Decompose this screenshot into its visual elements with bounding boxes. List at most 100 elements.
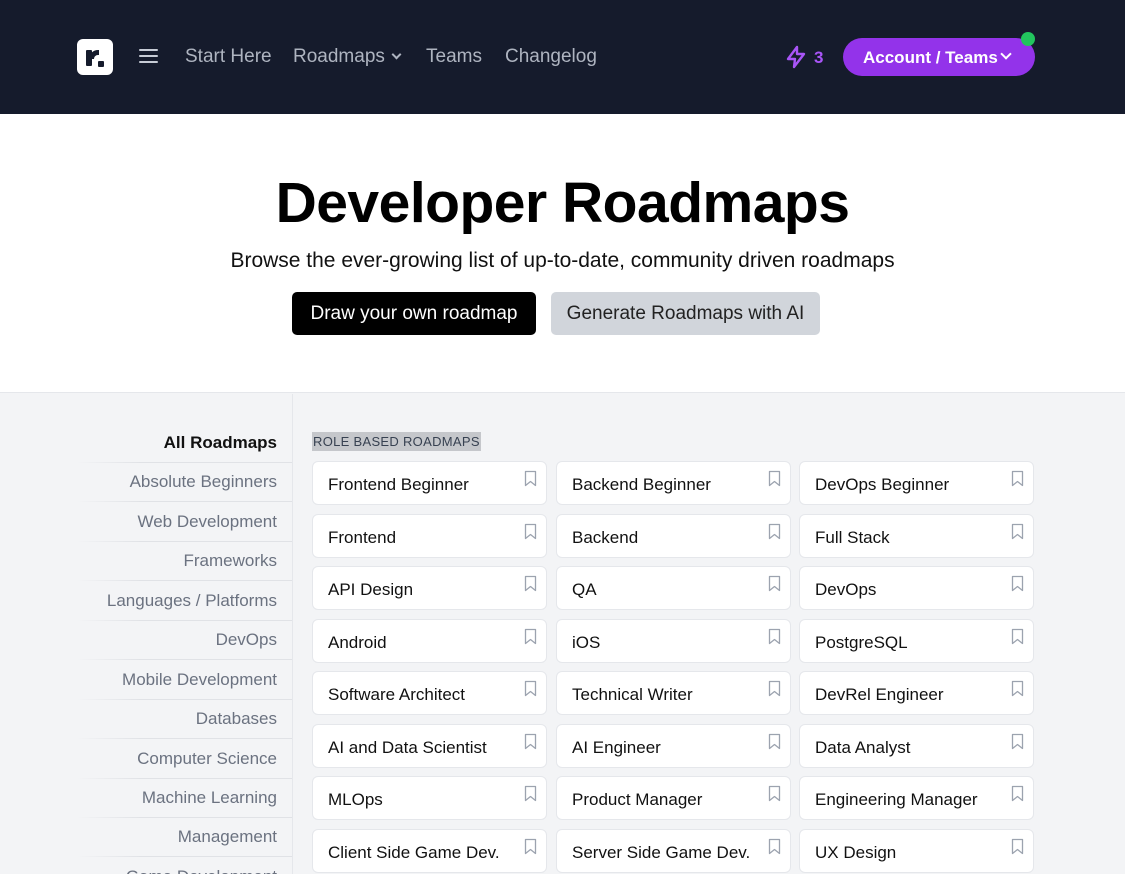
bookmark-icon[interactable] xyxy=(524,523,537,540)
sidebar-item-computer-science[interactable]: Computer Science xyxy=(77,739,292,779)
bookmark-icon[interactable] xyxy=(768,838,781,855)
bookmark-icon[interactable] xyxy=(1011,628,1024,645)
bookmark-icon[interactable] xyxy=(768,733,781,750)
nav-start-here[interactable]: Start Here xyxy=(185,46,272,68)
roadmap-card[interactable]: Android xyxy=(312,619,547,663)
bookmark-icon[interactable] xyxy=(768,470,781,487)
bookmark-icon[interactable] xyxy=(524,628,537,645)
category-sidebar: All Roadmaps Absolute Beginners Web Deve… xyxy=(0,394,293,874)
bookmark-icon[interactable] xyxy=(768,523,781,540)
bookmark-icon[interactable] xyxy=(524,680,537,697)
bookmark-icon[interactable] xyxy=(1011,838,1024,855)
sidebar-item-management[interactable]: Management xyxy=(77,817,292,857)
streak-count: 3 xyxy=(814,48,824,67)
bookmark-icon[interactable] xyxy=(768,575,781,592)
menu-icon[interactable] xyxy=(139,48,159,65)
bookmark-icon[interactable] xyxy=(768,628,781,645)
roadmap-card[interactable]: Frontend Beginner xyxy=(312,461,547,505)
roadmap-card[interactable]: API Design xyxy=(312,566,547,610)
bookmark-icon[interactable] xyxy=(1011,785,1024,802)
bookmark-icon[interactable] xyxy=(524,838,537,855)
generate-ai-button[interactable]: Generate Roadmaps with AI xyxy=(551,292,820,335)
roadmap-card[interactable]: DevRel Engineer xyxy=(799,671,1034,715)
roadmap-card-title: Full Stack xyxy=(815,528,890,547)
roadmap-card-title: Software Architect xyxy=(328,685,466,704)
roadmap-card[interactable]: Data Analyst xyxy=(799,724,1034,768)
roadmap-card[interactable]: AI and Data Scientist xyxy=(312,724,547,768)
nav-changelog[interactable]: Changelog xyxy=(505,46,597,68)
roadmap-card-title: Server Side Game Dev. xyxy=(572,843,751,862)
roadmap-card[interactable]: DevOps xyxy=(799,566,1034,610)
bookmark-icon[interactable] xyxy=(524,575,537,592)
section-heading: ROLE BASED ROADMAPS xyxy=(312,432,481,451)
chevron-down-icon xyxy=(391,49,402,60)
bookmark-icon[interactable] xyxy=(524,733,537,750)
bookmark-icon[interactable] xyxy=(1011,575,1024,592)
roadmap-card-title: PostgreSQL xyxy=(815,633,908,652)
roadmap-card-title: DevRel Engineer xyxy=(815,685,944,704)
roadmap-card-title: Frontend xyxy=(328,528,397,547)
roadmap-card[interactable]: MLOps xyxy=(312,776,547,820)
sidebar-item-languages-platforms[interactable]: Languages / Platforms xyxy=(77,581,292,621)
roadmap-card-title: Product Manager xyxy=(572,790,703,809)
sidebar-item-databases[interactable]: Databases xyxy=(77,699,292,739)
roadmap-card[interactable]: AI Engineer xyxy=(556,724,791,768)
roadmap-card-title: DevOps xyxy=(815,580,877,599)
roadmap-card[interactable]: Product Manager xyxy=(556,776,791,820)
roadmap-card[interactable]: Engineering Manager xyxy=(799,776,1034,820)
sidebar-item-mobile-development[interactable]: Mobile Development xyxy=(77,660,292,700)
roadmap-card-title: Backend Beginner xyxy=(572,475,711,494)
page-title: Developer Roadmaps xyxy=(275,171,850,235)
roadmap-card-title: Frontend Beginner xyxy=(328,475,469,494)
nav-roadmaps[interactable]: Roadmaps xyxy=(293,46,402,68)
sidebar-item-absolute-beginners[interactable]: Absolute Beginners xyxy=(77,462,292,502)
roadmap-card[interactable]: Frontend xyxy=(312,514,547,558)
sidebar-item-web-development[interactable]: Web Development xyxy=(77,502,292,542)
roadmap-card-title: iOS xyxy=(572,633,601,652)
account-label: Account / Teams xyxy=(863,48,998,67)
bookmark-icon[interactable] xyxy=(1011,470,1024,487)
sidebar-item-game-development[interactable]: Game Development xyxy=(77,857,292,874)
roadmap-card[interactable]: Full Stack xyxy=(799,514,1034,558)
roadmap-card[interactable]: QA xyxy=(556,566,791,610)
roadmap-card[interactable]: Backend xyxy=(556,514,791,558)
roadmap-card[interactable]: Software Architect xyxy=(312,671,547,715)
roadmap-card[interactable]: UX Design xyxy=(799,829,1034,873)
sidebar-item-devops[interactable]: DevOps xyxy=(77,620,292,660)
roadmap-card-title: Engineering Manager xyxy=(815,790,978,809)
roadmap-card-title: API Design xyxy=(328,580,414,599)
bookmark-icon[interactable] xyxy=(1011,680,1024,697)
hero-section: Developer Roadmaps Browse the ever-growi… xyxy=(0,114,1125,393)
roadmap-card[interactable]: Client Side Game Dev. xyxy=(312,829,547,873)
roadmap-card-title: Backend xyxy=(572,528,639,547)
draw-roadmap-button[interactable]: Draw your own roadmap xyxy=(292,292,536,335)
roadmap-card-title: Android xyxy=(328,633,387,652)
chevron-down-icon xyxy=(1000,48,1012,60)
bookmark-icon[interactable] xyxy=(524,470,537,487)
bookmark-icon[interactable] xyxy=(768,680,781,697)
account-teams-button[interactable]: Account / Teams xyxy=(843,32,1035,76)
bookmark-icon[interactable] xyxy=(1011,523,1024,540)
roadmap-card-title: AI and Data Scientist xyxy=(328,738,487,757)
roadmap-card[interactable]: Technical Writer xyxy=(556,671,791,715)
roadmap-card[interactable]: iOS xyxy=(556,619,791,663)
streak-counter[interactable]: 3 xyxy=(784,45,828,69)
lightning-icon xyxy=(786,45,806,69)
roadmap-card-title: Data Analyst xyxy=(815,738,911,757)
roadmap-card[interactable]: Server Side Game Dev. xyxy=(556,829,791,873)
online-status-dot xyxy=(1021,32,1035,46)
roadmap-card[interactable]: DevOps Beginner xyxy=(799,461,1034,505)
sidebar-item-machine-learning[interactable]: Machine Learning xyxy=(77,778,292,818)
roadmap-card[interactable]: PostgreSQL xyxy=(799,619,1034,663)
roadmap-card-title: Client Side Game Dev. xyxy=(328,843,500,862)
roadmap-logo[interactable] xyxy=(77,39,113,75)
sidebar-item-all-roadmaps[interactable]: All Roadmaps xyxy=(77,423,292,463)
roadmap-card-title: Technical Writer xyxy=(572,685,693,704)
nav-teams[interactable]: Teams xyxy=(426,46,482,68)
page-subtitle: Browse the ever-growing list of up-to-da… xyxy=(230,249,895,272)
bookmark-icon[interactable] xyxy=(768,785,781,802)
bookmark-icon[interactable] xyxy=(1011,733,1024,750)
sidebar-item-frameworks[interactable]: Frameworks xyxy=(77,541,292,581)
roadmap-card[interactable]: Backend Beginner xyxy=(556,461,791,505)
bookmark-icon[interactable] xyxy=(524,785,537,802)
